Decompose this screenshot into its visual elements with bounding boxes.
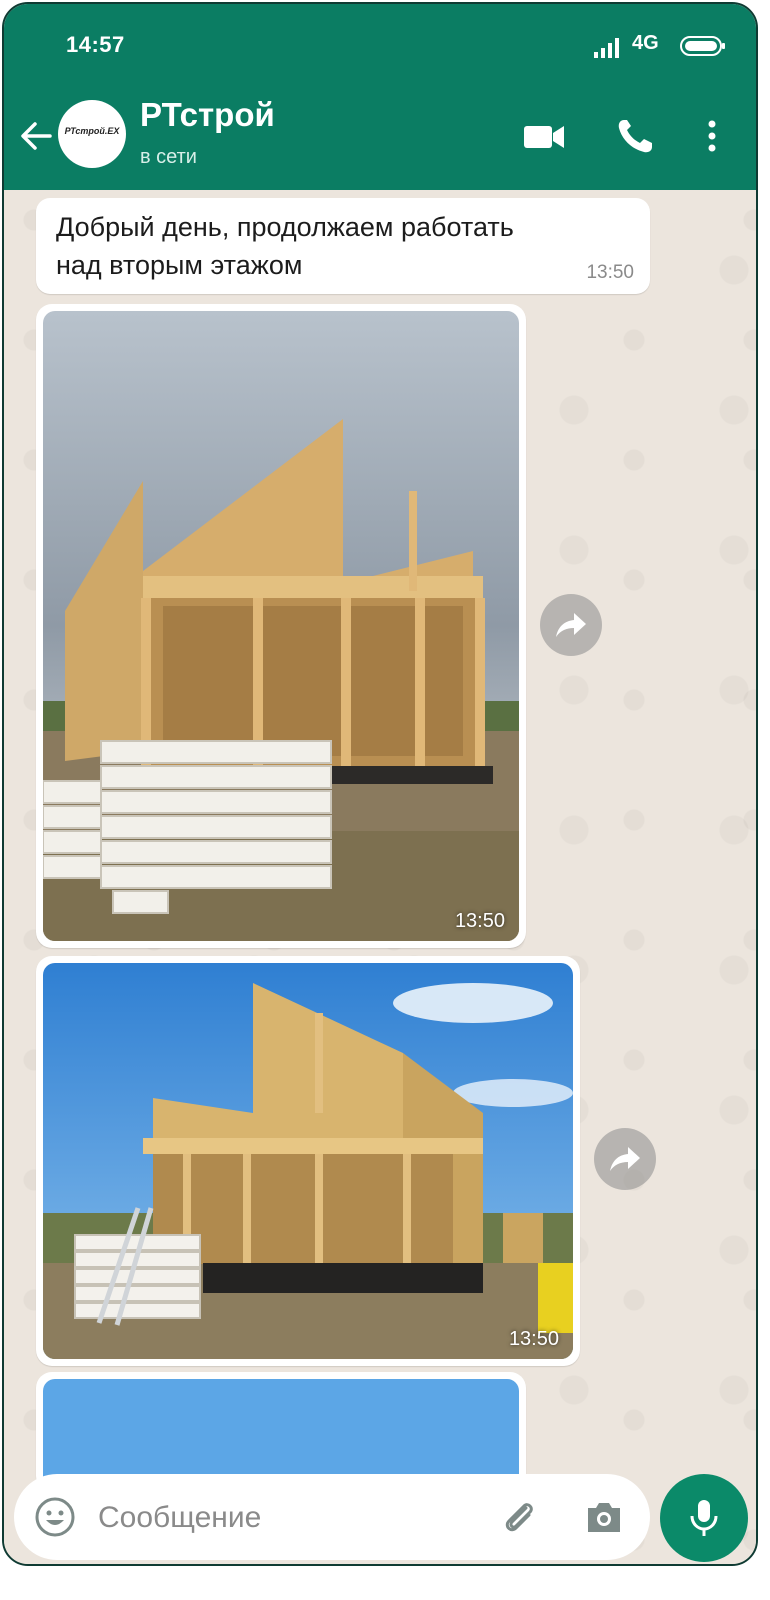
message-text: Добрый день, продолжаем работать над вто… bbox=[56, 208, 596, 284]
contact-name[interactable]: РТстрой bbox=[140, 96, 275, 134]
status-time: 14:57 bbox=[66, 32, 125, 57]
mic-button[interactable] bbox=[660, 1474, 748, 1562]
photo-message[interactable]: 13:50 bbox=[36, 304, 526, 948]
mic-icon bbox=[690, 1500, 718, 1536]
phone-screen: 14:57 4G РТстрой.ЕХ РТстрой в сети Добры… bbox=[2, 2, 758, 1566]
back-arrow-icon[interactable] bbox=[16, 116, 56, 156]
construction-photo-image bbox=[43, 963, 573, 1359]
photo-time: 13:50 bbox=[508, 1328, 559, 1350]
message-composer bbox=[14, 1474, 650, 1560]
network-type: 4G bbox=[632, 32, 659, 54]
forward-icon bbox=[610, 1147, 640, 1171]
chat-header: 14:57 4G РТстрой.ЕХ РТстрой в сети bbox=[4, 4, 756, 190]
contact-avatar[interactable]: РТстрой.ЕХ bbox=[58, 100, 126, 168]
message-line-1: Добрый день, продолжаем работать bbox=[56, 212, 514, 242]
photo-construction-overcast[interactable]: 13:50 bbox=[43, 311, 519, 941]
signal-icon bbox=[594, 38, 619, 58]
forward-button[interactable] bbox=[594, 1128, 656, 1190]
message-time: 13:50 bbox=[586, 262, 634, 283]
emoji-icon[interactable] bbox=[34, 1496, 76, 1538]
message-input[interactable] bbox=[96, 1494, 480, 1542]
more-vert-icon[interactable] bbox=[698, 116, 726, 156]
status-bar: 14:57 4G bbox=[4, 28, 756, 68]
forward-icon bbox=[556, 613, 586, 637]
phone-icon[interactable] bbox=[614, 116, 658, 156]
construction-photo-image bbox=[43, 311, 519, 941]
photo-message[interactable]: 13:50 bbox=[36, 956, 580, 1366]
camera-icon[interactable] bbox=[582, 1496, 626, 1538]
attach-icon[interactable] bbox=[498, 1496, 540, 1538]
message-line-2: над вторым этажом bbox=[56, 250, 303, 280]
video-call-icon[interactable] bbox=[520, 116, 568, 156]
photo-time: 13:50 bbox=[454, 910, 505, 932]
contact-status: в сети bbox=[140, 146, 197, 168]
forward-button[interactable] bbox=[540, 594, 602, 656]
avatar-logo-text: РТстрой.ЕХ bbox=[64, 126, 120, 136]
battery-icon bbox=[680, 36, 725, 56]
message-text-bubble[interactable]: Добрый день, продолжаем работать над вто… bbox=[36, 198, 650, 294]
photo-construction-sunny[interactable]: 13:50 bbox=[43, 963, 573, 1359]
